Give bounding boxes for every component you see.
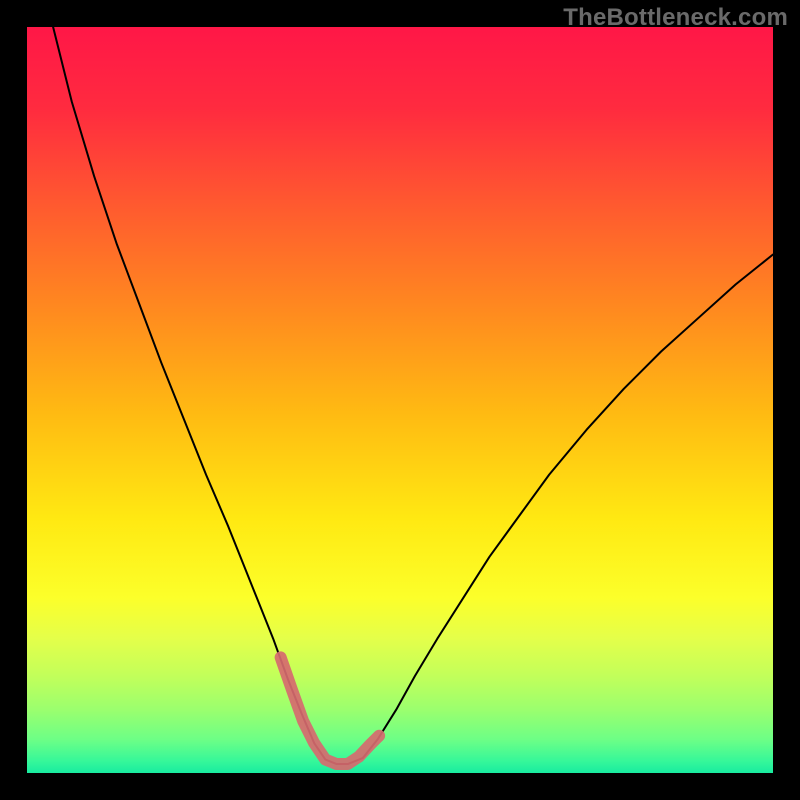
chart-svg	[27, 27, 773, 773]
gradient-background	[27, 27, 773, 773]
plot-area	[27, 27, 773, 773]
chart-frame: TheBottleneck.com	[0, 0, 800, 800]
watermark-text: TheBottleneck.com	[563, 4, 788, 32]
